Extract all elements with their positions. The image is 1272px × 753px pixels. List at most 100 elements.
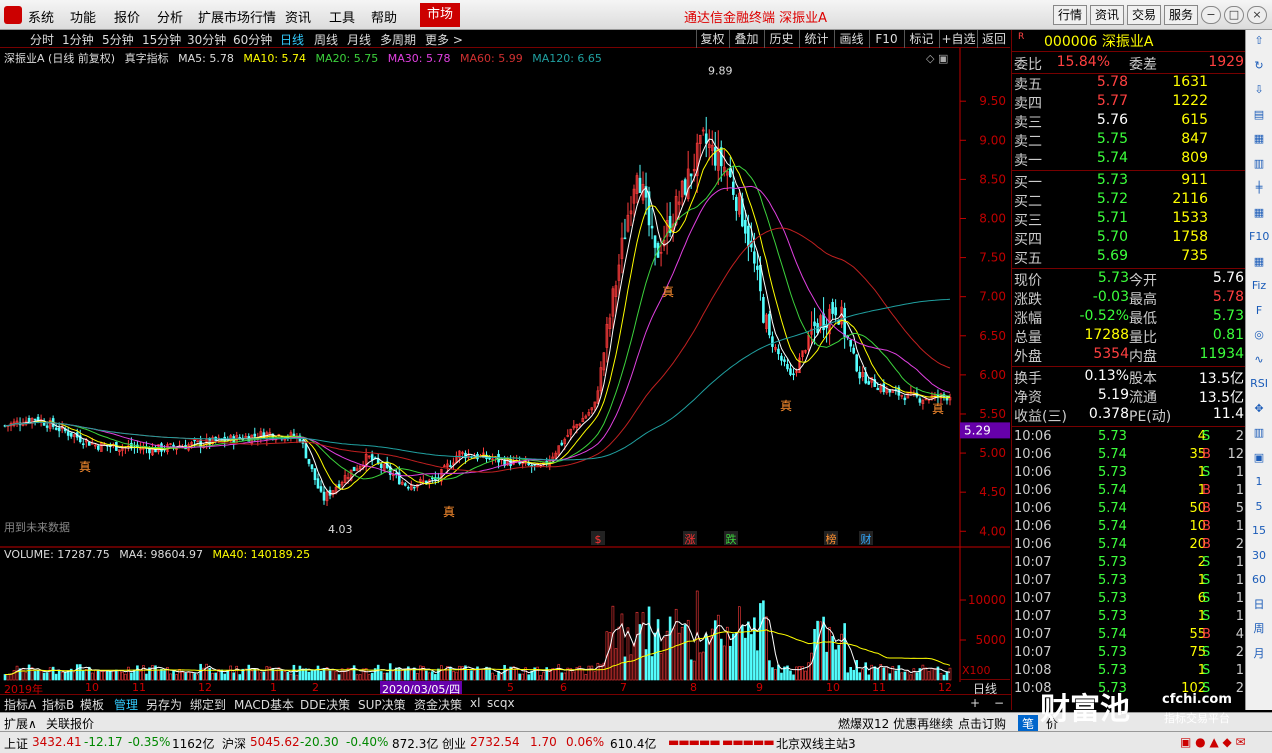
num-week[interactable]: 周	[1249, 620, 1269, 637]
sz-label[interactable]: 沪深	[222, 735, 246, 752]
draw-button[interactable]: 画线	[834, 30, 868, 48]
stats-button[interactable]: 统计	[799, 30, 833, 48]
news-icon[interactable]: ▤	[1249, 106, 1269, 123]
trade-button[interactable]: 交易	[1127, 5, 1161, 25]
wave-icon[interactable]: ∿	[1249, 351, 1269, 368]
period-60min[interactable]: 60分钟	[233, 31, 272, 48]
ad-text[interactable]: 燃爆双12 优惠再继续	[838, 715, 953, 732]
bid-row[interactable]: 买二 5.72 2116	[1012, 191, 1246, 210]
indicator-tab[interactable]: 模板	[80, 696, 104, 713]
order-link[interactable]: 点击订购	[958, 715, 1006, 732]
indicator-tab[interactable]: SUP决策	[358, 696, 406, 713]
history-button[interactable]: 历史	[764, 30, 798, 48]
period-week[interactable]: 周线	[314, 31, 338, 48]
overlay-button[interactable]: 叠加	[729, 30, 763, 48]
back-button[interactable]: 返回	[977, 30, 1010, 48]
fiz-icon[interactable]: Fiz	[1249, 277, 1269, 294]
bid-row[interactable]: 买一 5.73 911	[1012, 172, 1246, 191]
num-15[interactable]: 15	[1249, 522, 1269, 539]
add-pane-button[interactable]: +	[970, 696, 980, 710]
service-button[interactable]: 服务	[1164, 5, 1198, 25]
bid-row[interactable]: 买三 5.71 1533	[1012, 210, 1246, 229]
related-quote-tab[interactable]: 关联报价	[46, 715, 94, 732]
num-1[interactable]: 1	[1249, 473, 1269, 490]
bid-row[interactable]: 买五 5.69 735	[1012, 248, 1246, 267]
candle-icon[interactable]: ╪	[1249, 179, 1269, 196]
ask-row[interactable]: 卖四 5.77 1222	[1012, 93, 1246, 112]
table-icon[interactable]: ▦	[1249, 253, 1269, 270]
minimize-button[interactable]: −	[1201, 6, 1221, 24]
period-indicator[interactable]: 日线	[960, 679, 1010, 696]
grid-icon[interactable]: ▦	[1249, 204, 1269, 221]
period-15min[interactable]: 15分钟	[142, 31, 181, 48]
indicator-tab[interactable]: 指标B	[42, 696, 74, 713]
indicator-tab[interactable]: 另存为	[146, 696, 182, 713]
cy-label[interactable]: 创业	[442, 735, 466, 752]
refresh-icon[interactable]: ↻	[1249, 57, 1269, 74]
num-month[interactable]: 月	[1249, 645, 1269, 662]
chart-icon[interactable]: ▥	[1249, 155, 1269, 172]
list-icon[interactable]: ▦	[1249, 130, 1269, 147]
indicator-tab[interactable]: 资金决策	[414, 696, 462, 713]
down-arrow-icon[interactable]: ⇩	[1249, 81, 1269, 98]
menu-function[interactable]: 功能	[70, 7, 96, 26]
rsi-icon[interactable]: RSI	[1249, 375, 1269, 392]
num-day[interactable]: 日	[1249, 596, 1269, 613]
menu-extended-market[interactable]: 扩展市场行情	[198, 7, 276, 26]
up-arrow-icon[interactable]: ⇧	[1249, 32, 1269, 49]
ask-row[interactable]: 卖五 5.78 1631	[1012, 74, 1246, 93]
indicator-tab[interactable]: 指标A	[4, 696, 36, 713]
indicator-tab[interactable]: 绑定到	[190, 696, 226, 713]
cross-icon[interactable]: ✥	[1249, 400, 1269, 417]
ext-toggle[interactable]: 扩展∧	[4, 715, 37, 732]
period-30min[interactable]: 30分钟	[187, 31, 226, 48]
menu-help[interactable]: 帮助	[371, 7, 397, 26]
stock-code-name[interactable]: 000006 深振业A	[1044, 31, 1153, 51]
period-day[interactable]: 日线	[280, 31, 304, 48]
menu-analysis[interactable]: 分析	[157, 7, 183, 26]
remove-pane-button[interactable]: −	[994, 696, 1004, 710]
bid-row[interactable]: 买四 5.70 1758	[1012, 229, 1246, 248]
kline-chart[interactable]: 9.50 9.00 8.50 8.00 7.50 7.00 6.50 6.00 5.50 5.00…	[0, 48, 1010, 682]
ask-row[interactable]: 卖三 5.76 615	[1012, 112, 1246, 131]
period-5min[interactable]: 5分钟	[102, 31, 134, 48]
indicator-tab[interactable]: xl	[470, 696, 480, 710]
sh-label[interactable]: 上证	[4, 735, 28, 752]
f10-icon[interactable]: F10	[1249, 228, 1269, 245]
period-fenshi[interactable]: 分时	[30, 31, 54, 48]
num-5[interactable]: 5	[1249, 498, 1269, 515]
indicator-tab[interactable]: MACD基本	[234, 696, 294, 713]
kline-icon[interactable]: ▥	[1249, 424, 1269, 441]
num-60[interactable]: 60	[1249, 571, 1269, 588]
adjust-button[interactable]: 复权	[696, 30, 728, 48]
info-button[interactable]: 资讯	[1090, 5, 1124, 25]
period-multi[interactable]: 多周期	[380, 31, 416, 48]
ask-row[interactable]: 卖二 5.75 847	[1012, 131, 1246, 150]
f-icon[interactable]: F	[1249, 302, 1269, 319]
tray-icons[interactable]: ▣ ● ▲ ◆ ✉	[1180, 735, 1246, 749]
indicator-tab[interactable]: 管理	[114, 696, 138, 713]
period-month[interactable]: 月线	[347, 31, 371, 48]
cir-icon[interactable]: ◎	[1249, 326, 1269, 343]
indicator-tab[interactable]: scqx	[487, 696, 515, 710]
mark-button[interactable]: 标记	[904, 30, 938, 48]
close-button[interactable]: ×	[1247, 6, 1267, 24]
f10-button[interactable]: F10	[869, 30, 903, 48]
quote-button[interactable]: 行情	[1053, 5, 1087, 25]
ask-row[interactable]: 卖一 5.74 809	[1012, 150, 1246, 169]
period-more[interactable]: 更多 >	[425, 31, 463, 48]
candle	[629, 196, 633, 227]
server-name[interactable]: 北京双线主站3	[776, 735, 856, 752]
num-30[interactable]: 30	[1249, 547, 1269, 564]
doc-icon[interactable]: ▣	[1249, 449, 1269, 466]
menu-tools[interactable]: 工具	[329, 7, 355, 26]
menu-quote[interactable]: 报价	[114, 7, 140, 26]
maximize-button[interactable]: □	[1224, 6, 1244, 24]
period-1min[interactable]: 1分钟	[62, 31, 94, 48]
market-tab[interactable]: 市场	[420, 3, 460, 27]
indicator-tab[interactable]: DDE决策	[300, 696, 350, 713]
menu-system[interactable]: 系统	[28, 7, 54, 26]
add-watchlist-button[interactable]: +自选	[939, 30, 977, 48]
pen-tab[interactable]: 笔	[1018, 715, 1039, 732]
menu-info[interactable]: 资讯	[285, 7, 311, 26]
